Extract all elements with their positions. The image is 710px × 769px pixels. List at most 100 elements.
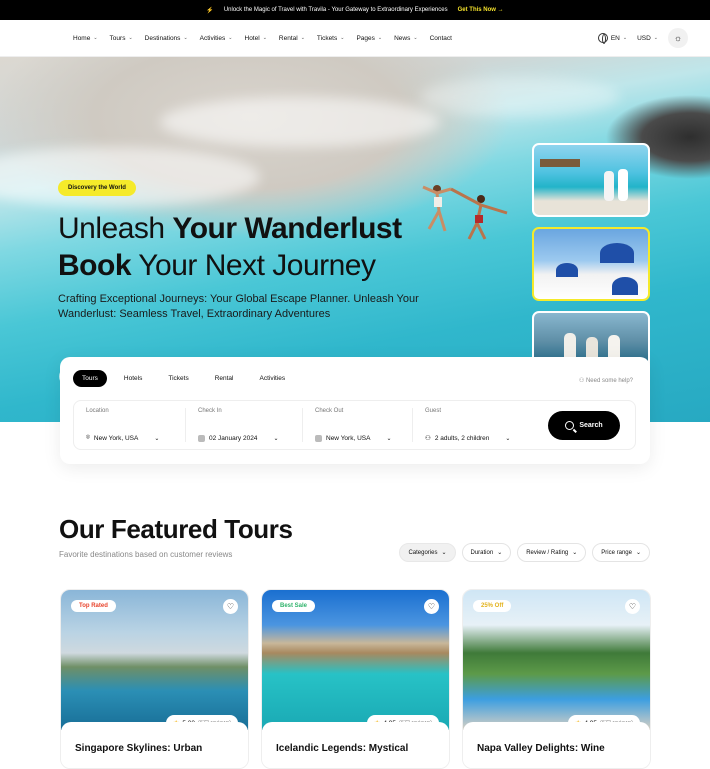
sun-icon: ☼ [673,33,683,43]
theme-toggle-button[interactable]: ☼ [668,28,688,48]
tab-hotels[interactable]: Hotels [115,370,151,387]
blue-dome [600,243,634,263]
card-body: Singapore Skylines: Urban [61,722,248,768]
check-out-value: New York, USA [326,435,371,442]
tour-title[interactable]: Icelandic Legends: Mystical [276,743,408,754]
search-fields: Location ⌾ New York, USA ⌄ Check In 02 Jan… [73,400,636,450]
section-subtitle: Favorite destinations based on customer … [59,550,233,559]
field-value: 02 January 2024 ⌄ [198,435,290,442]
search-icon [565,421,575,430]
wave-foam [0,147,260,207]
chevron-down-icon: ⌄ [228,35,233,41]
check-in-value: 02 January 2024 [209,435,258,442]
heart-icon[interactable]: ♡ [625,599,640,614]
filter-price-range[interactable]: Price range ⌄ [592,543,650,562]
chevron-down-icon: ⌄ [505,435,511,442]
nav-item-hotel[interactable]: Hotel ⌄ [245,35,267,42]
field-label: Check In [198,408,222,414]
tour-title[interactable]: Singapore Skylines: Urban [75,743,202,754]
location-field[interactable]: Location ⌾ New York, USA ⌄ [74,408,185,442]
chevron-down-icon: ⌄ [300,35,305,41]
tab-rental[interactable]: Rental [206,370,243,387]
chevron-down-icon: ⌄ [386,436,392,442]
hero-people-illustration [422,185,508,240]
nav-item-contact[interactable]: Contact [430,35,452,42]
tour-card[interactable]: 25% Off ♡ ★4.95(672 reviews) Napa Valley… [462,589,651,769]
chevron-down-icon: ⌄ [497,550,503,556]
tour-badge: Top Rated [71,600,116,612]
guest-field[interactable]: Guest ⚇ 2 adults, 2 children ⌄ [412,408,532,442]
blue-dome [556,263,578,277]
hero-subtitle: Crafting Exceptional Journeys: Your Glob… [58,293,419,320]
thumbnail-maldives[interactable] [532,143,650,217]
globe-icon [597,33,608,44]
nav-item-home[interactable]: Home ⌄ [73,35,98,42]
tour-badge: Best Sale [272,600,316,612]
heart-icon[interactable]: ♡ [424,599,439,614]
search-button-label: Search [579,422,603,429]
location-value: New York, USA [93,434,139,442]
overwater-villas [540,159,580,167]
nav-item-activities[interactable]: Activities ⌄ [200,35,233,42]
currency-selector[interactable]: USD ⌄ [637,35,658,42]
hero-title-part: Unleash [58,212,173,245]
card-body: Napa Valley Delights: Wine [463,722,650,768]
nav-label: Rental [278,34,298,42]
thumbnail-santorini[interactable] [532,227,650,301]
filter-categories[interactable]: Categories ⌄ [399,543,456,562]
chevron-down-icon: ⌄ [154,435,160,442]
search-button[interactable]: Search [548,411,620,440]
tab-tours[interactable]: Tours [73,370,107,387]
nav-label: Destinations [144,34,181,42]
wave-foam [420,77,620,117]
tour-badge: 25% Off [473,600,512,612]
nav-label: News [394,34,411,42]
user-icon: ⚇ [578,378,585,384]
discover-badge: Discovery the World [58,180,136,196]
chevron-down-icon: ⌄ [635,550,641,556]
main-nav: Home ⌄ Tours ⌄ Destinations ⌄ Activities ⌄ H… [0,20,710,57]
filter-label: Review / Rating [526,549,569,556]
tour-title[interactable]: Napa Valley Delights: Wine [477,743,605,754]
nav-label: Pages [356,34,375,42]
nav-item-tickets[interactable]: Tickets ⌄ [317,35,345,42]
pin-icon: ⌾ [86,434,90,441]
filter-label: Categories [408,549,438,556]
chevron-down-icon: ⌄ [273,436,279,442]
nav-item-pages[interactable]: Pages ⌄ [356,35,382,42]
tab-tickets[interactable]: Tickets [159,370,197,387]
wave-foam [160,97,440,147]
help-link[interactable]: ⚇ Need some help? [579,377,633,384]
field-value: New York, USA ⌄ [315,435,400,442]
people-icon: ⚇ [425,435,431,442]
check-out-field[interactable]: Check Out New York, USA ⌄ [302,408,412,442]
tour-card[interactable]: Top Rated ♡ ★5.00(672 reviews) Singapore… [60,589,249,769]
currency-label: USD [637,34,651,42]
hero-title-emphasis: Your Wanderlust [172,212,402,245]
nav-label: Activities [199,34,226,42]
nav-item-rental[interactable]: Rental ⌄ [279,35,305,42]
filter-label: Price range [601,549,632,556]
chevron-down-icon: ⌄ [441,550,447,556]
heart-icon[interactable]: ♡ [223,599,238,614]
filter-duration[interactable]: Duration ⌄ [461,543,512,562]
tour-filters: Categories ⌄ Duration ⌄ Review / Rating ⌄ P… [399,543,650,562]
language-selector[interactable]: EN ⌄ [597,33,628,44]
tab-activities[interactable]: Activities [251,370,295,387]
nav-item-tours[interactable]: Tours ⌄ [110,35,133,42]
search-panel: Tours Hotels Tickets Rental Activities ⚇… [60,357,650,464]
field-value: ⌾ New York, USA ⌄ [86,434,173,442]
announcement-bar: ⚡ Unlock the Magic of Travel with Travil… [0,0,710,20]
tour-card[interactable]: Best Sale ♡ ★4.95(672 reviews) Icelandic… [261,589,450,769]
chevron-down-icon: ⌄ [622,35,628,41]
chevron-down-icon: ⌄ [653,35,658,41]
help-label: Need some help? [585,378,633,384]
nav-item-destinations[interactable]: Destinations ⌄ [145,35,188,42]
language-label: EN [610,34,620,42]
nav-item-news[interactable]: News ⌄ [394,35,417,42]
calendar-icon [315,435,322,442]
check-in-field[interactable]: Check In 02 January 2024 ⌄ [185,408,302,442]
filter-rating[interactable]: Review / Rating ⌄ [517,543,587,562]
get-this-now-link[interactable]: Get This Now → [458,7,504,13]
nav-label: Tickets [316,34,338,42]
